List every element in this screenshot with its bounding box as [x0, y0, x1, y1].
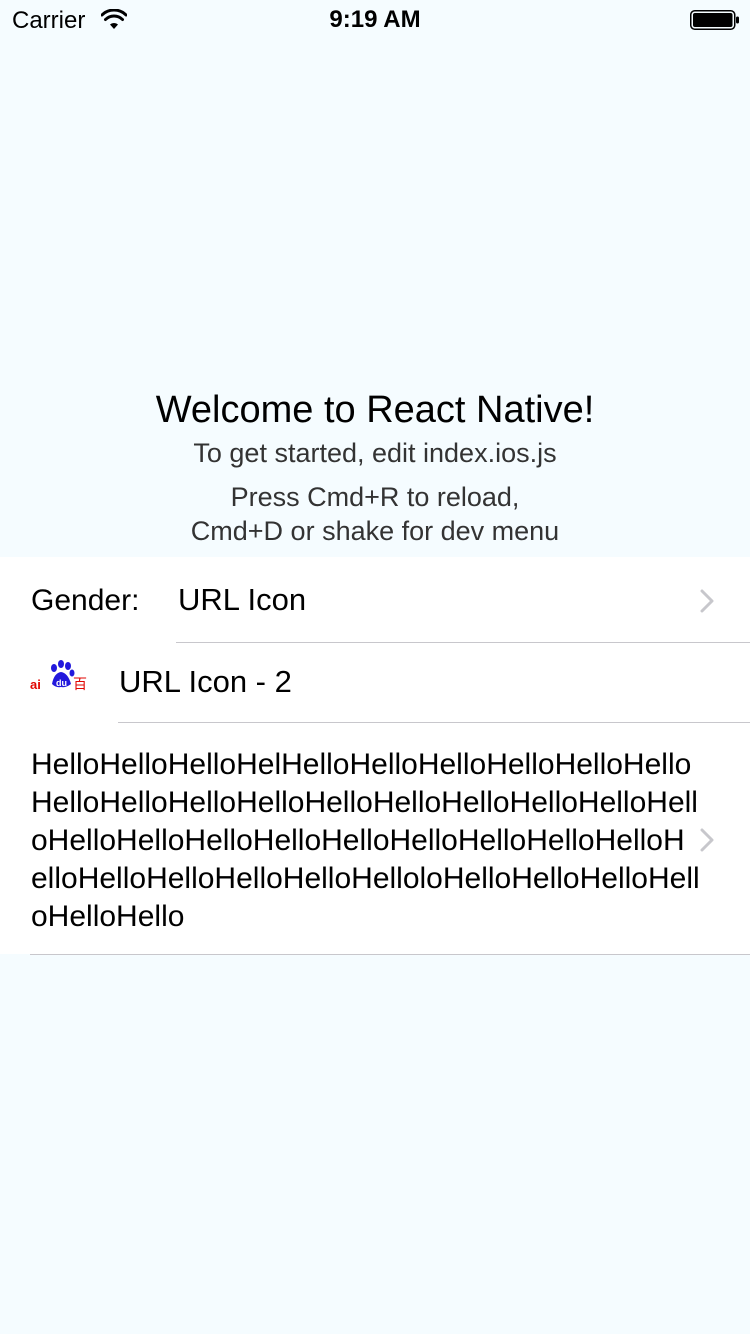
instructions-dev-menu: Cmd+D or shake for dev menu [190, 516, 560, 546]
gender-row[interactable]: Gender: URL Icon [0, 557, 750, 642]
instructions-line-2: Press Cmd+R to reload, Cmd+D or shake fo… [0, 480, 750, 548]
svg-text:ai: ai [30, 677, 41, 692]
welcome-title: Welcome to React Native! [155, 389, 595, 431]
long-text-row[interactable]: HelloHelloHelloHelHelloHelloHelloHelloHe… [0, 722, 750, 954]
battery-icon [690, 10, 739, 30]
long-hello-text: HelloHelloHelloHelHelloHelloHelloHelloHe… [31, 748, 700, 933]
status-time: 9:19 AM [329, 6, 421, 33]
gender-value: URL Icon [178, 582, 307, 617]
baidu-logo-icon: ai du 百 [30, 660, 87, 693]
instructions-line-1: To get started, edit index.ios.js [193, 438, 557, 468]
chevron-right-icon [700, 828, 714, 852]
status-bar: Carrier 9:19 AM [0, 0, 750, 40]
row-separator [30, 954, 750, 955]
url-icon-2-value: URL Icon - 2 [119, 664, 292, 699]
gender-label: Gender: [31, 584, 140, 617]
chevron-right-icon [700, 589, 714, 613]
url-icon-row[interactable]: ai du 百 URL Icon - 2 [0, 642, 750, 722]
svg-text:百: 百 [73, 677, 87, 693]
svg-text:du: du [56, 678, 67, 688]
settings-list: Gender: URL Icon ai du 百 URL Icon - 2 He… [0, 557, 750, 955]
instructions-reload: Press Cmd+R to reload, [230, 482, 520, 512]
